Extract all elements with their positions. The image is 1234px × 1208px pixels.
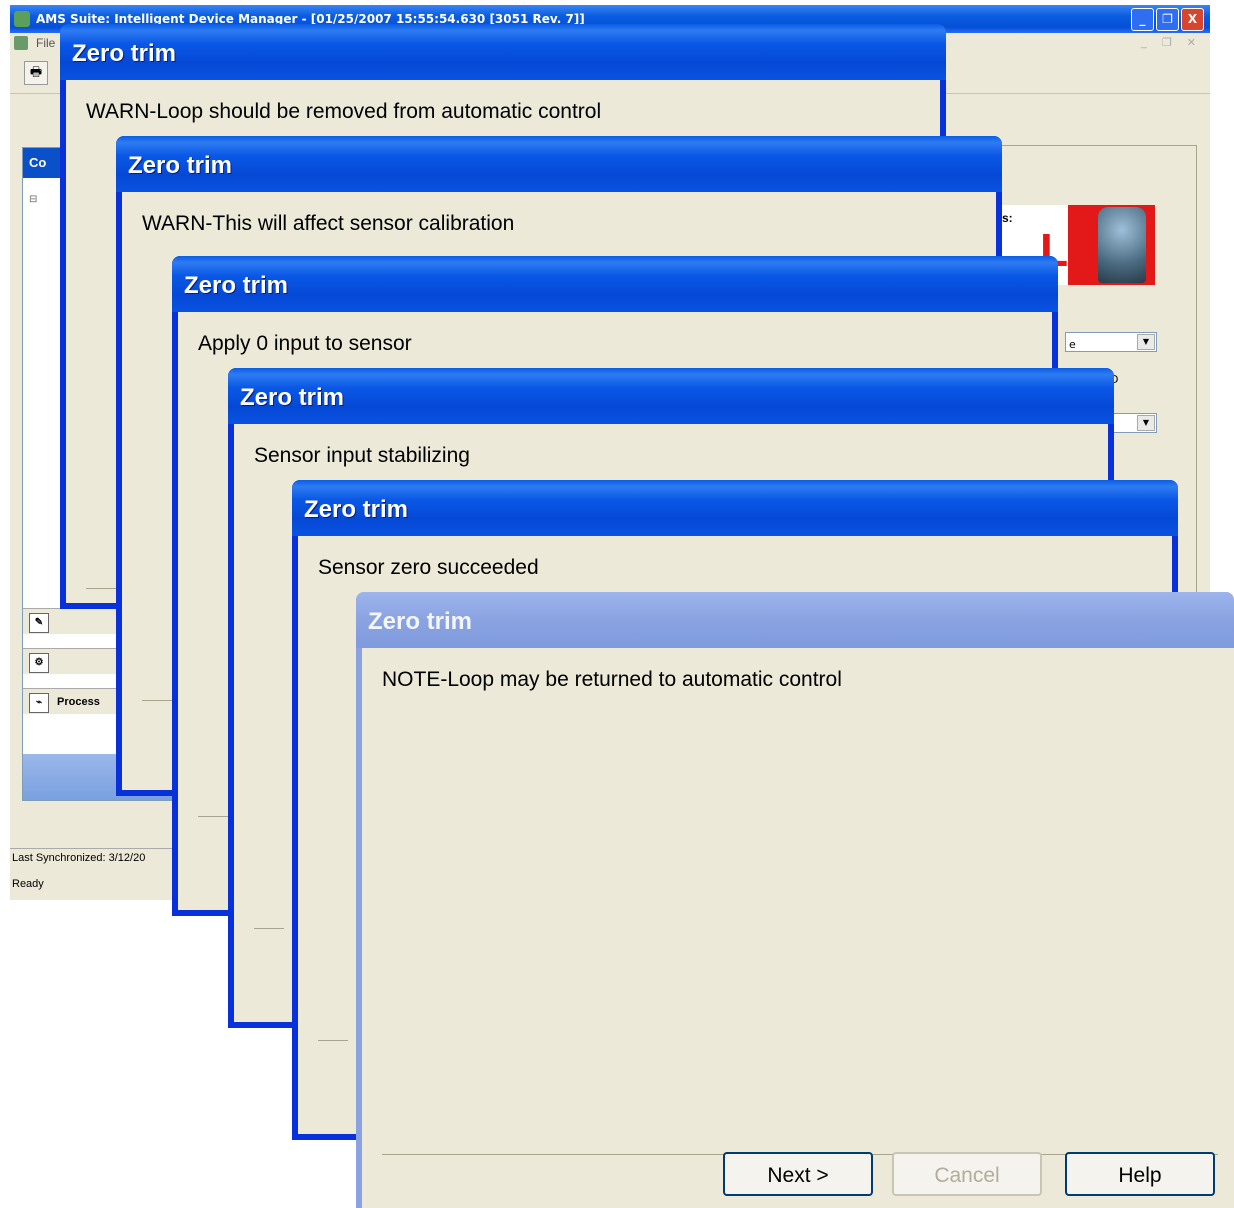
window-controls: _ ❐ X [1131,8,1204,31]
dialog-message: Apply 0 input to sensor [198,332,412,355]
dialog-separator [254,928,284,929]
minimize-button[interactable]: _ [1131,8,1154,31]
cancel-button[interactable]: Cancel [892,1152,1042,1196]
dialog-message: Sensor input stabilizing [254,444,470,467]
dialog-message: WARN-Loop should be removed from automat… [86,100,602,123]
restore-button[interactable]: ❐ [1156,8,1179,31]
dialog-separator [198,816,228,817]
dialog-message: WARN-This will affect sensor calibration [142,212,515,235]
dialog-message: NOTE-Loop may be returned to automatic c… [382,668,842,691]
dialog-title[interactable]: Zero trim [116,136,1002,192]
ready-status: Ready [10,878,192,890]
dialog-title[interactable]: Zero trim [228,368,1114,424]
status-label: s: [1002,211,1013,225]
menu-file[interactable]: File [36,36,55,50]
combo-1[interactable]: e ▼ [1065,332,1157,352]
devices-icon: ⚙ [29,653,49,673]
last-synchronized-status: Last Synchronized: 3/12/20 [10,848,192,867]
tree-expand-icon[interactable]: ⊟ [29,194,37,205]
nav-process-label: Process [57,696,100,708]
dialog-body: NOTE-Loop may be returned to automatic c… [362,648,1234,1208]
edit-icon: ✎ [29,613,49,633]
chevron-down-icon[interactable]: ▼ [1137,334,1155,350]
chevron-down-icon[interactable]: ▼ [1137,415,1155,431]
print-icon[interactable]: 🖶 [24,61,48,85]
dialog-message: Sensor zero succeeded [318,556,539,579]
dialog-title[interactable]: Zero trim [60,24,946,80]
dialog-separator [318,1040,348,1041]
close-button[interactable]: X [1181,8,1204,31]
dialog-title[interactable]: Zero trim [292,480,1178,536]
dialog-separator [86,588,116,589]
mdi-controls: _ ❐ ✕ [1140,37,1202,49]
menu-app-icon [14,36,28,50]
help-button[interactable]: Help [1065,1152,1215,1196]
process-icon: ⌁ [29,693,49,713]
dialog-title[interactable]: Zero trim [172,256,1058,312]
combo-1-value: e [1069,338,1076,351]
transmitter-image [1098,207,1146,283]
zero-trim-dialog-6: Zero trim NOTE-Loop may be returned to a… [356,592,1234,1208]
ams-app-icon [14,11,30,27]
dialog-title[interactable]: Zero trim [356,592,1234,648]
next-button[interactable]: Next > [723,1152,873,1196]
dialog-separator [142,700,172,701]
